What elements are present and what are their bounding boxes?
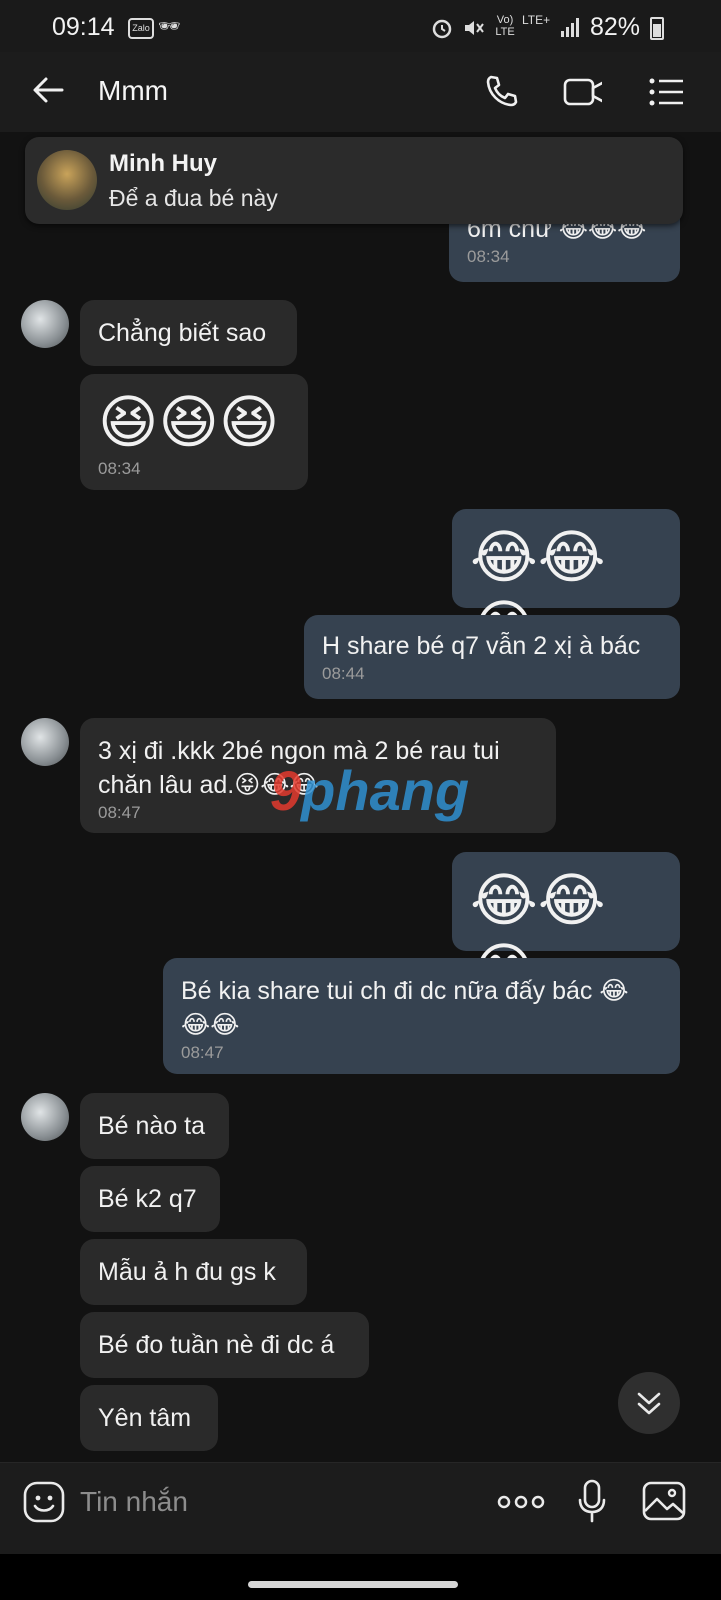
message-bubble-out[interactable]: H share bé q7 vẫn 2 xị à bác 08:44 [304,615,680,699]
avatar[interactable] [21,1093,69,1141]
message-text: Mẫu ả h đu gs k [98,1258,276,1286]
volte-icon: Vo) LTE [495,14,515,38]
list-menu-icon[interactable] [646,72,686,112]
microphone-icon[interactable] [576,1478,608,1526]
message-bubble-out[interactable]: 😂😂😂 [452,509,680,660]
message-text: Yên tâm [98,1404,192,1432]
message-input[interactable]: Tin nhắn [80,1486,188,1518]
message-bubble-in[interactable]: 😆😆😆 08:34 [80,374,308,490]
watermark-part2: phang [301,759,470,822]
message-bubble-in[interactable]: Chẳng biết sao [80,300,297,366]
message-bubble-in[interactable]: Bé k2 q7 [80,1166,220,1232]
notification-avatar [37,150,97,210]
message-text: Chẳng biết sao [98,319,267,347]
alarm-icon [432,19,452,39]
message-bubble-in[interactable]: Bé nào ta [80,1093,229,1159]
phone-icon[interactable] [482,72,522,112]
notification-message: Để a đua bé này [109,185,278,211]
message-time: 08:34 [467,247,510,266]
watermark-logo: 9phang [270,758,469,823]
battery-icon [650,17,664,40]
message-bubble-in[interactable]: Yên tâm [80,1385,218,1451]
image-icon[interactable] [641,1479,687,1523]
mute-icon [465,21,484,35]
message-text: Bé nào ta [98,1112,206,1140]
message-bubble-in[interactable]: Bé đo tuần nè đi dc á [80,1312,369,1378]
message-bubble-out[interactable]: Bé kia share tui ch đi dc nữa đấy bác 😂 … [163,958,680,1074]
message-time: 08:47 [181,1043,224,1062]
incognito-icon: 🕶 [158,16,181,36]
avatar[interactable] [21,300,69,348]
avatar[interactable] [21,718,69,766]
lte-icon: LTE+ [522,13,551,27]
message-text-line1: Bé kia share tui ch đi dc nữa đấy bác 😂 [181,977,629,1005]
back-arrow-icon[interactable] [30,72,66,108]
message-text: Bé k2 q7 [98,1185,197,1213]
system-nav-bar [0,1554,721,1600]
watermark-part1: 9 [270,759,302,822]
scroll-down-button[interactable] [618,1372,680,1434]
battery-percent: 82% [590,13,641,41]
emoji-icon[interactable] [22,1480,66,1524]
message-time: 08:34 [98,459,141,478]
notification-sender: Minh Huy [109,150,217,177]
message-emoji: 😆😆😆 [98,390,280,455]
message-text: Bé đo tuần nè đi dc á [98,1331,335,1359]
more-options-icon[interactable] [496,1490,546,1514]
message-bubble-in[interactable]: Mẫu ả h đu gs k [80,1239,307,1305]
signal-icon [561,18,579,37]
conversation-title[interactable]: Mmm [98,75,168,107]
status-time: 09:14 [52,13,115,41]
message-bubble-out[interactable]: 😂😂😂 [452,852,680,1003]
message-time: 08:44 [322,664,365,683]
message-text-line2: 😂😂 [181,1011,240,1039]
zalo-icon: Zalo [128,18,154,39]
chevrons-down-icon [637,1392,661,1415]
message-text: H share bé q7 vẫn 2 xị à bác [322,632,641,660]
video-call-icon[interactable] [562,72,602,112]
home-handle[interactable] [248,1581,458,1588]
